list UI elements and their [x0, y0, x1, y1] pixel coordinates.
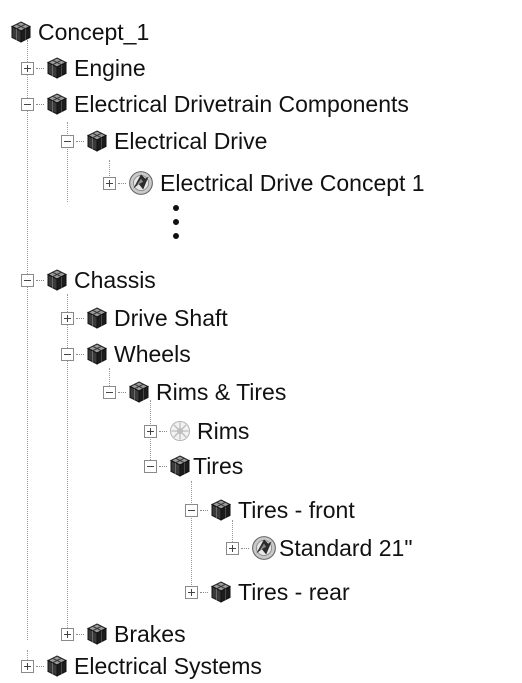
tree-node-electrical-drive-concept-1[interactable]: Electrical Drive Concept 1	[103, 166, 425, 200]
tree-node-standard-21[interactable]: Standard 21"	[226, 531, 413, 565]
tree-node-drive-shaft[interactable]: Drive Shaft	[61, 301, 228, 335]
tree-line	[27, 40, 28, 640]
component-icon	[251, 535, 277, 561]
collapse-toggle-icon[interactable]	[144, 459, 157, 473]
tree-node-label: Engine	[74, 55, 146, 81]
expand-toggle-icon[interactable]	[226, 541, 239, 555]
component-icon	[128, 170, 154, 196]
tree-node-label: Brakes	[114, 621, 186, 647]
tree-node-label: Electrical Drive Concept 1	[160, 170, 425, 196]
collapse-toggle-icon[interactable]	[21, 97, 34, 111]
tree-node-engine[interactable]: Engine	[21, 51, 146, 85]
assembly-icon	[169, 455, 191, 477]
assembly-icon	[46, 269, 68, 291]
tree-node-electrical-drive[interactable]: Electrical Drive	[61, 124, 267, 158]
assembly-icon	[10, 21, 32, 43]
collapse-toggle-icon[interactable]	[21, 273, 34, 287]
tree-node-tires-front[interactable]: Tires - front	[185, 493, 355, 527]
expand-toggle-icon[interactable]	[61, 311, 74, 325]
assembly-icon	[86, 130, 108, 152]
assembly-icon	[46, 57, 68, 79]
ellipsis-more-icon	[172, 205, 180, 241]
expand-toggle-icon[interactable]	[61, 627, 74, 641]
collapse-toggle-icon[interactable]	[103, 385, 116, 399]
tree-node-label: Concept_1	[38, 19, 150, 45]
tree-node-root[interactable]: Concept_1	[10, 15, 149, 49]
expand-toggle-icon[interactable]	[185, 585, 198, 599]
collapse-toggle-icon[interactable]	[61, 347, 74, 361]
assembly-icon	[210, 499, 232, 521]
tree-node-label: Standard 21"	[279, 535, 413, 561]
rim-icon	[169, 420, 191, 442]
tree-node-label: Tires - front	[238, 497, 355, 523]
tree-node-electrical-drivetrain-components[interactable]: Electrical Drivetrain Components	[21, 87, 409, 121]
tree-node-label: Electrical Drive	[114, 128, 268, 154]
tree-node-label: Electrical Drivetrain Components	[74, 91, 409, 117]
expand-toggle-icon[interactable]	[103, 176, 116, 190]
tree-node-brakes[interactable]: Brakes	[61, 617, 186, 651]
tree-node-label: Rims	[197, 418, 250, 444]
tree-node-label: Drive Shaft	[114, 305, 228, 331]
assembly-icon	[128, 381, 150, 403]
tree-node-tires[interactable]: Tires	[144, 449, 243, 483]
model-tree: Concept_1 Engine Electrical Drivetrain C…	[0, 0, 522, 683]
tree-node-label: Wheels	[114, 341, 191, 367]
tree-node-label: Tires	[193, 453, 244, 479]
expand-toggle-icon[interactable]	[144, 424, 157, 438]
assembly-icon	[46, 93, 68, 115]
tree-node-tires-rear[interactable]: Tires - rear	[185, 575, 350, 609]
tree-node-label: Tires - rear	[238, 579, 350, 605]
assembly-icon	[46, 655, 68, 677]
tree-node-label: Chassis	[74, 267, 156, 293]
assembly-icon	[86, 307, 108, 329]
collapse-toggle-icon[interactable]	[185, 503, 198, 517]
assembly-icon	[210, 581, 232, 603]
expand-toggle-icon[interactable]	[21, 61, 34, 75]
tree-node-rims[interactable]: Rims	[144, 414, 249, 448]
tree-node-rims-and-tires[interactable]: Rims & Tires	[103, 375, 286, 409]
tree-node-label: Rims & Tires	[156, 379, 287, 405]
expand-toggle-icon[interactable]	[21, 659, 34, 673]
assembly-icon	[86, 343, 108, 365]
collapse-toggle-icon[interactable]	[61, 134, 74, 148]
assembly-icon	[86, 623, 108, 645]
tree-node-wheels[interactable]: Wheels	[61, 337, 191, 371]
tree-node-label: Electrical Systems	[74, 653, 262, 679]
tree-node-chassis[interactable]: Chassis	[21, 263, 156, 297]
tree-node-electrical-systems[interactable]: Electrical Systems	[21, 649, 262, 683]
